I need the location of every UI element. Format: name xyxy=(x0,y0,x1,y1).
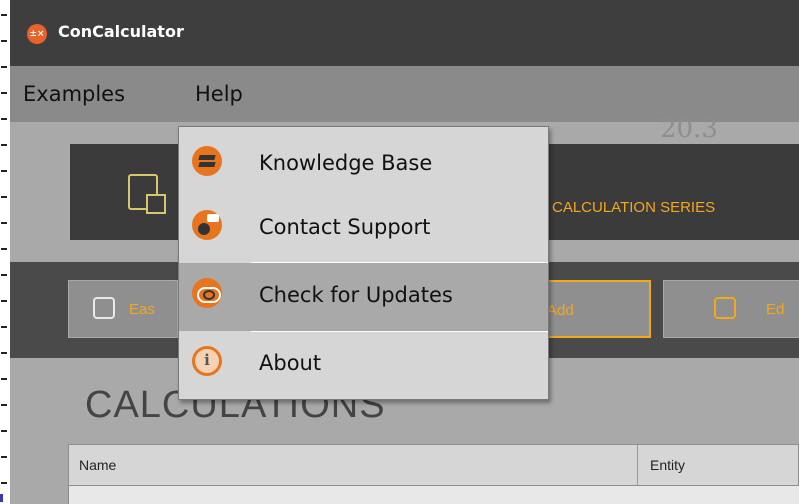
menu-examples[interactable]: Examples xyxy=(23,82,125,106)
menu-item-label: Contact Support xyxy=(259,215,431,239)
background-number: 20.3 xyxy=(660,114,718,144)
column-divider[interactable] xyxy=(637,445,638,485)
calculation-series-label: CALCULATION SERIES xyxy=(552,199,716,216)
menu-help[interactable]: Help xyxy=(195,82,243,106)
left-edge-markers xyxy=(0,0,10,504)
books-icon xyxy=(192,146,222,176)
info-icon: i xyxy=(192,346,222,376)
edit-button-label: Ed xyxy=(766,301,785,318)
column-header-entity[interactable]: Entity xyxy=(650,457,685,473)
easy-button[interactable]: Eas xyxy=(68,280,178,338)
menu-item-label: About xyxy=(259,351,322,375)
update-cloud-icon xyxy=(192,278,222,308)
menu-item-knowledge-base[interactable]: Knowledge Base xyxy=(179,131,548,199)
help-dropdown-menu: Knowledge Base Contact Support Check for… xyxy=(178,126,549,400)
app-calculator-icon: ±× xyxy=(27,24,47,44)
add-button[interactable]: Add xyxy=(535,280,651,338)
support-chat-icon xyxy=(192,210,222,240)
menu-item-about[interactable]: i About xyxy=(179,331,548,399)
column-header-name[interactable]: Name xyxy=(79,457,116,473)
hand-pointer-icon xyxy=(93,297,115,319)
checklist-icon xyxy=(128,174,166,214)
menu-item-contact-support[interactable]: Contact Support xyxy=(179,195,548,263)
menu-item-label: Check for Updates xyxy=(259,283,453,307)
edit-pencil-icon xyxy=(714,297,736,319)
edge-marker xyxy=(0,494,3,502)
app-window: ±× ConCalculator Examples Help 20.3 CALC… xyxy=(10,0,799,504)
add-button-label: Add xyxy=(547,302,574,319)
window-title: ConCalculator xyxy=(58,22,184,41)
title-bar: ±× ConCalculator xyxy=(10,0,799,66)
edit-button[interactable]: Ed xyxy=(663,280,799,338)
menu-item-check-for-updates[interactable]: Check for Updates xyxy=(179,263,548,331)
menu-item-label: Knowledge Base xyxy=(259,151,433,175)
calculations-table-header: Name Entity xyxy=(68,444,799,486)
table-row[interactable] xyxy=(68,486,799,504)
easy-button-label: Eas xyxy=(129,301,155,318)
